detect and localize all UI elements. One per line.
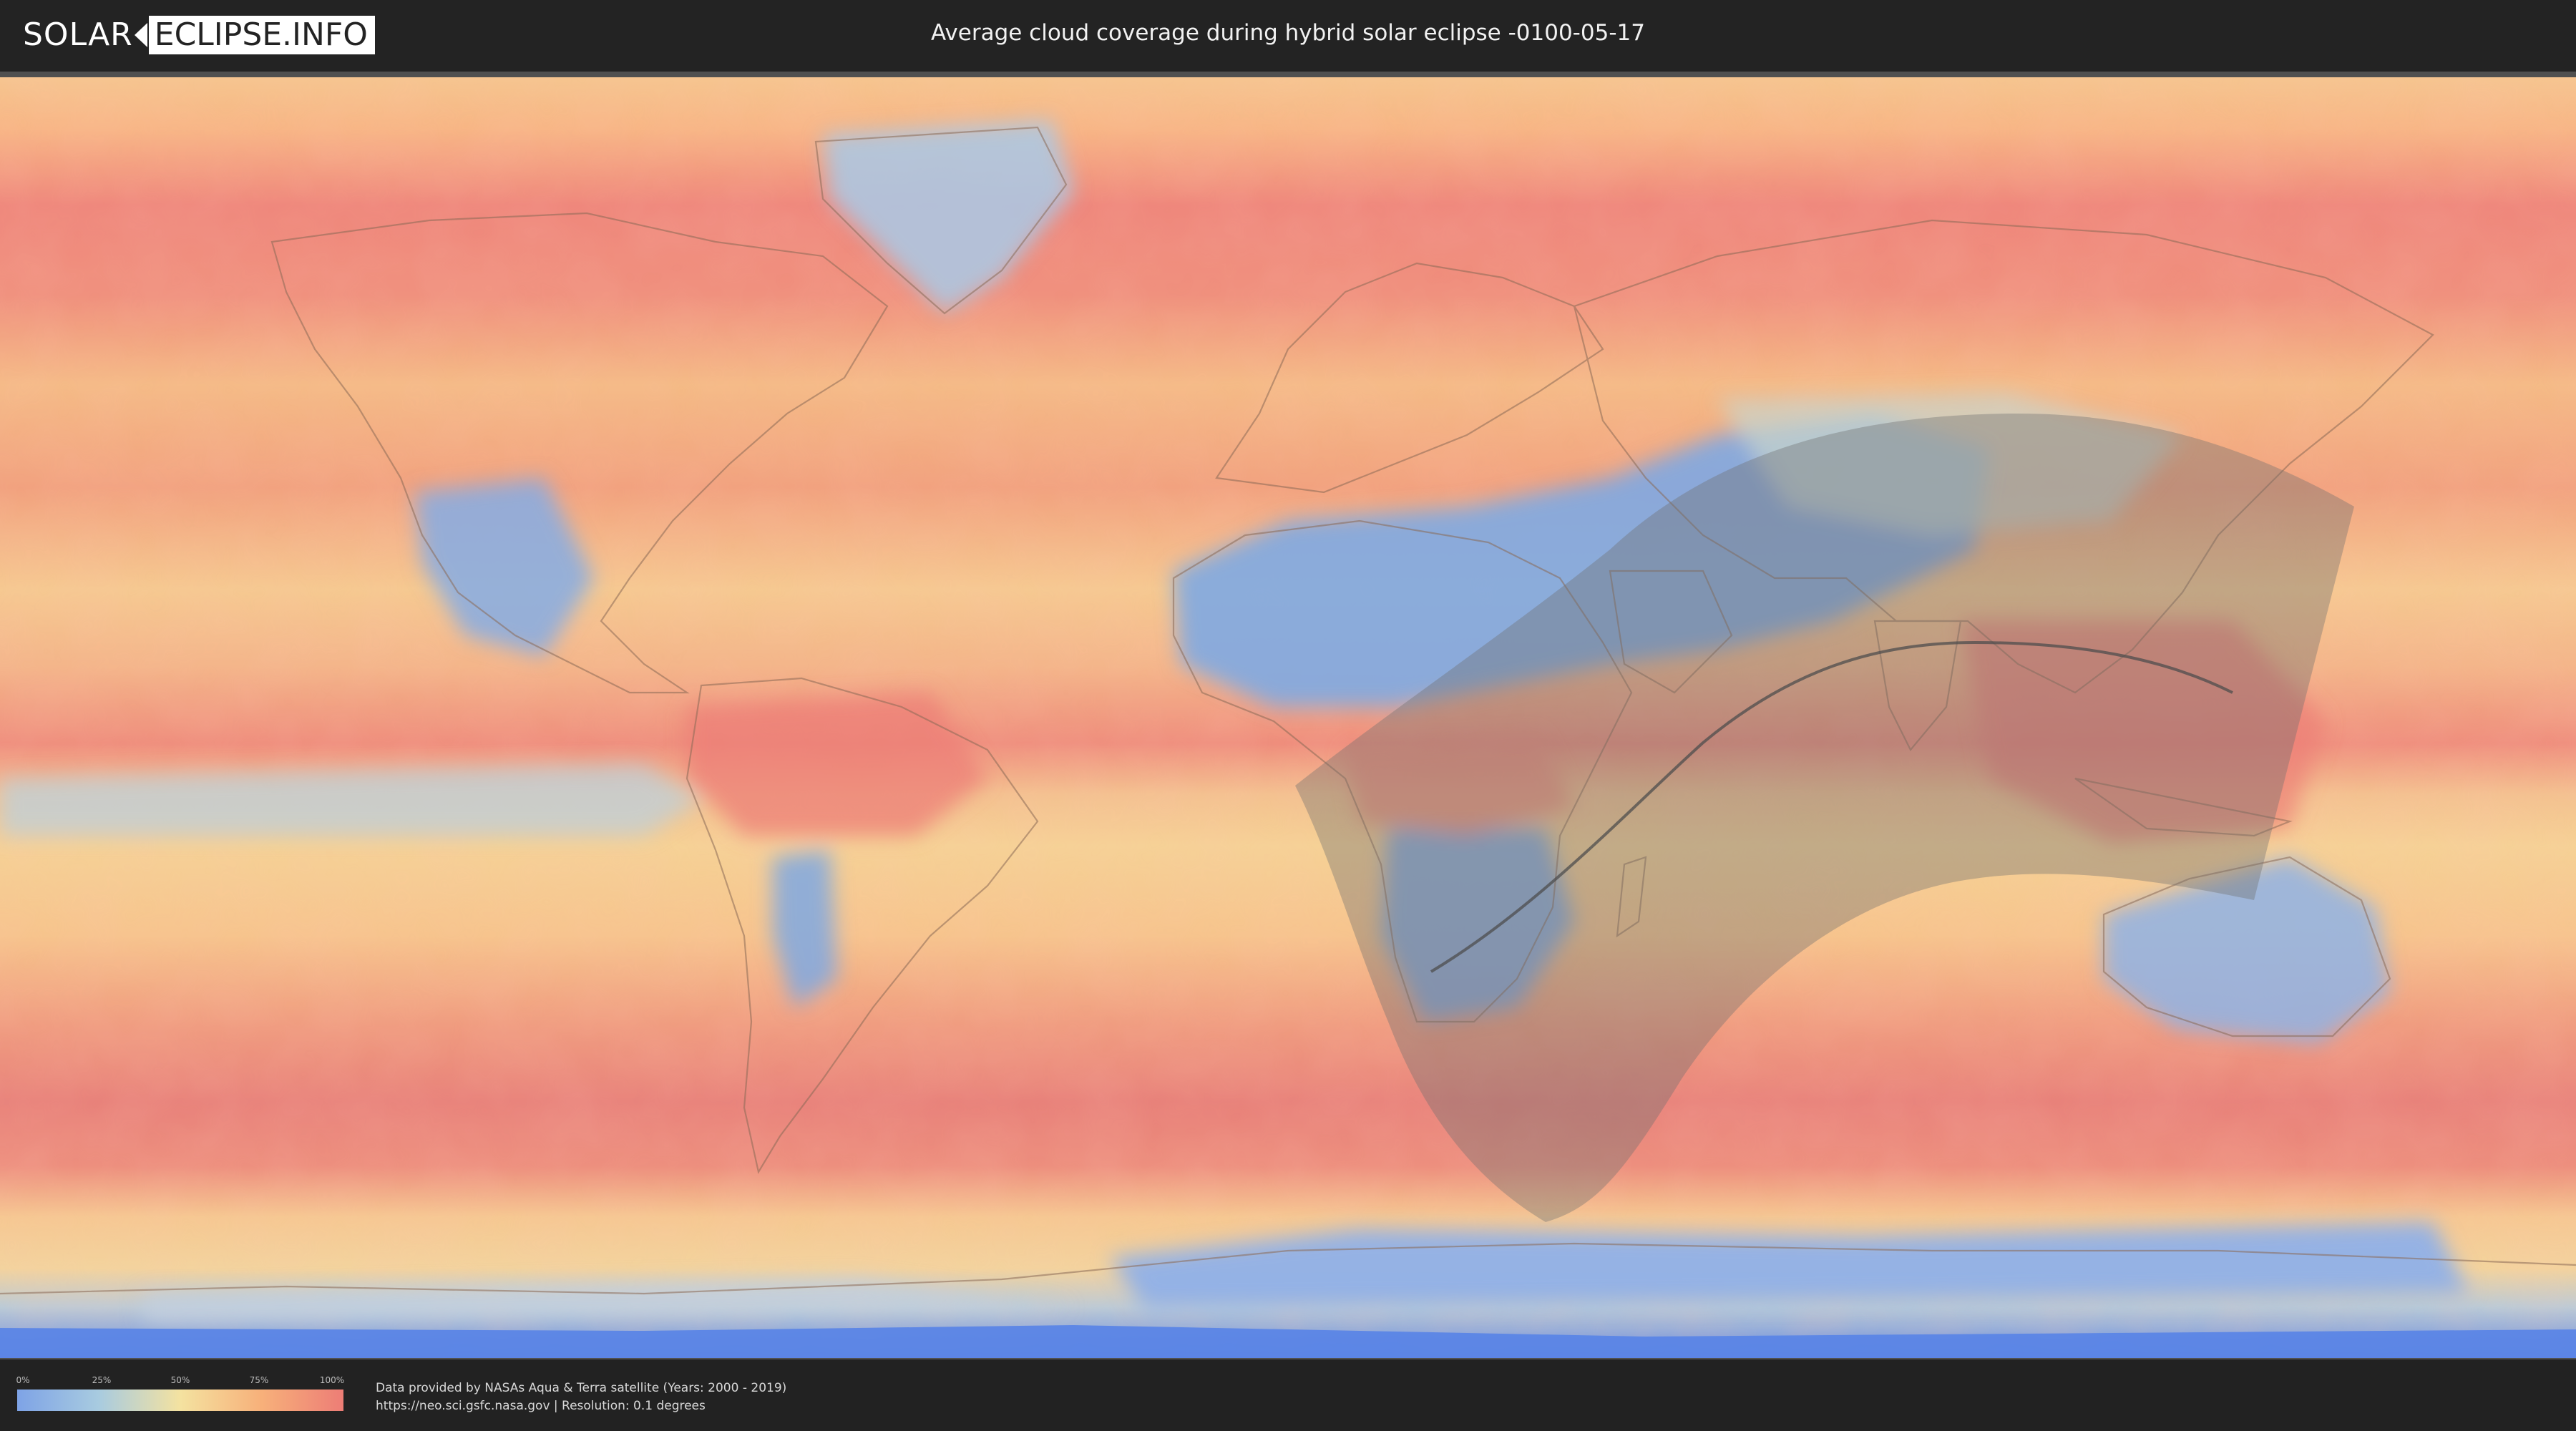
credit-line-source: Data provided by NASAs Aqua & Terra sate… [376, 1381, 787, 1395]
map-canvas [0, 77, 2576, 1358]
cloud-coverage-legend: 0% 25% 50% 75% 100% [16, 1375, 345, 1415]
credit-line-url: https://neo.sci.gsfc.nasa.gov | Resoluti… [376, 1399, 706, 1413]
legend-tick-0: 0% [16, 1375, 30, 1385]
legend-tick-50: 50% [170, 1375, 190, 1385]
cloud-coverage-map[interactable] [0, 72, 2576, 1359]
legend-tick-75: 75% [249, 1375, 269, 1385]
legend-ticks: 0% 25% 50% 75% 100% [16, 1375, 345, 1388]
legend-tick-25: 25% [92, 1375, 112, 1385]
data-credit: Data provided by NASAs Aqua & Terra sate… [376, 1379, 786, 1415]
app-window: SOLAR ECLIPSE.INFO Average cloud coverag… [0, 0, 2576, 1431]
page-title: Average cloud coverage during hybrid sol… [931, 20, 1645, 46]
footer: 0% 25% 50% 75% 100% Data provided by NAS… [0, 1359, 2576, 1431]
legend-color-bar [17, 1390, 343, 1411]
legend-tick-100: 100% [319, 1375, 345, 1385]
header: SOLAR ECLIPSE.INFO Average cloud coverag… [0, 0, 2576, 72]
